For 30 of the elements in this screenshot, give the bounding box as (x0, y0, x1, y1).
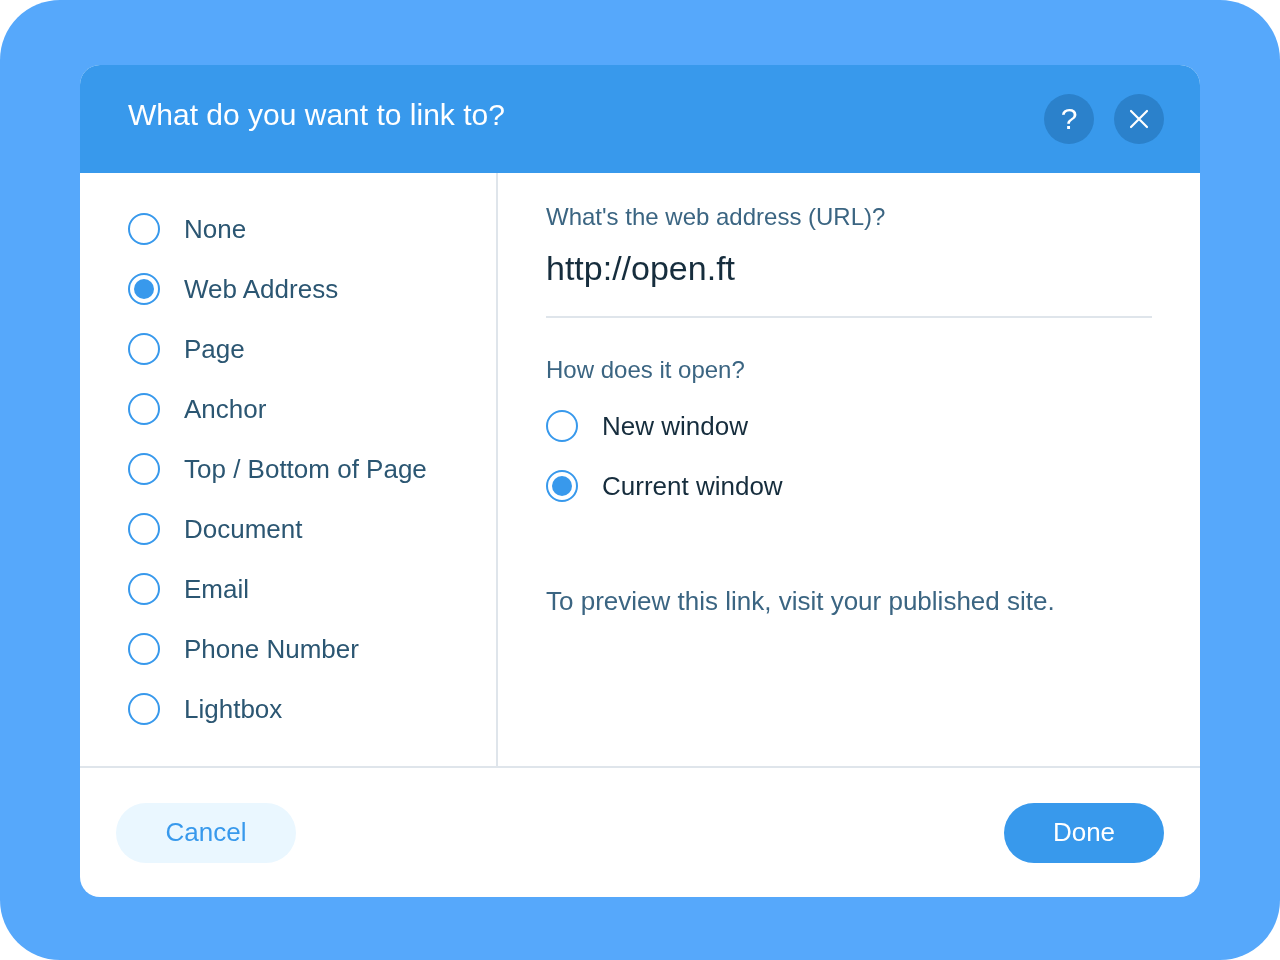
radio-button[interactable] (128, 453, 160, 485)
radio-button[interactable] (128, 513, 160, 545)
url-field[interactable]: http://open.ft (546, 231, 1152, 318)
preview-note: To preview this link, visit your published site. (546, 586, 1055, 617)
radio-button[interactable] (128, 573, 160, 605)
link-type-label[interactable]: Top / Bottom of Page (184, 453, 427, 485)
close-icon (1129, 109, 1149, 129)
help-button[interactable]: ? (1044, 94, 1094, 144)
open-mode-label: How does it open? (546, 356, 745, 384)
link-type-label[interactable]: Email (184, 573, 249, 605)
link-type-label[interactable]: Phone Number (184, 633, 359, 665)
link-type-label[interactable]: None (184, 213, 247, 245)
radio-button[interactable] (128, 693, 160, 725)
radio-button[interactable] (128, 213, 160, 245)
link-type-label[interactable]: Lightbox (184, 693, 283, 725)
link-type-label[interactable]: Page (184, 333, 245, 365)
open-mode-option[interactable]: Current window (602, 470, 783, 502)
radio-button[interactable] (128, 333, 160, 365)
radio-button[interactable] (546, 470, 578, 502)
link-type-label[interactable]: Document (184, 513, 303, 545)
link-type-label[interactable]: Anchor (184, 393, 267, 425)
close-button[interactable] (1114, 94, 1164, 144)
link-type-label[interactable]: Web Address (184, 273, 339, 305)
radio-button[interactable] (128, 393, 160, 425)
radio-button[interactable] (128, 633, 160, 665)
radio-button[interactable] (128, 273, 160, 305)
open-mode-option[interactable]: New window (602, 410, 748, 442)
radio-button[interactable] (546, 410, 578, 442)
url-label: What's the web address (URL)? (546, 203, 886, 231)
dialog-title: What do you want to link to? (128, 98, 505, 132)
